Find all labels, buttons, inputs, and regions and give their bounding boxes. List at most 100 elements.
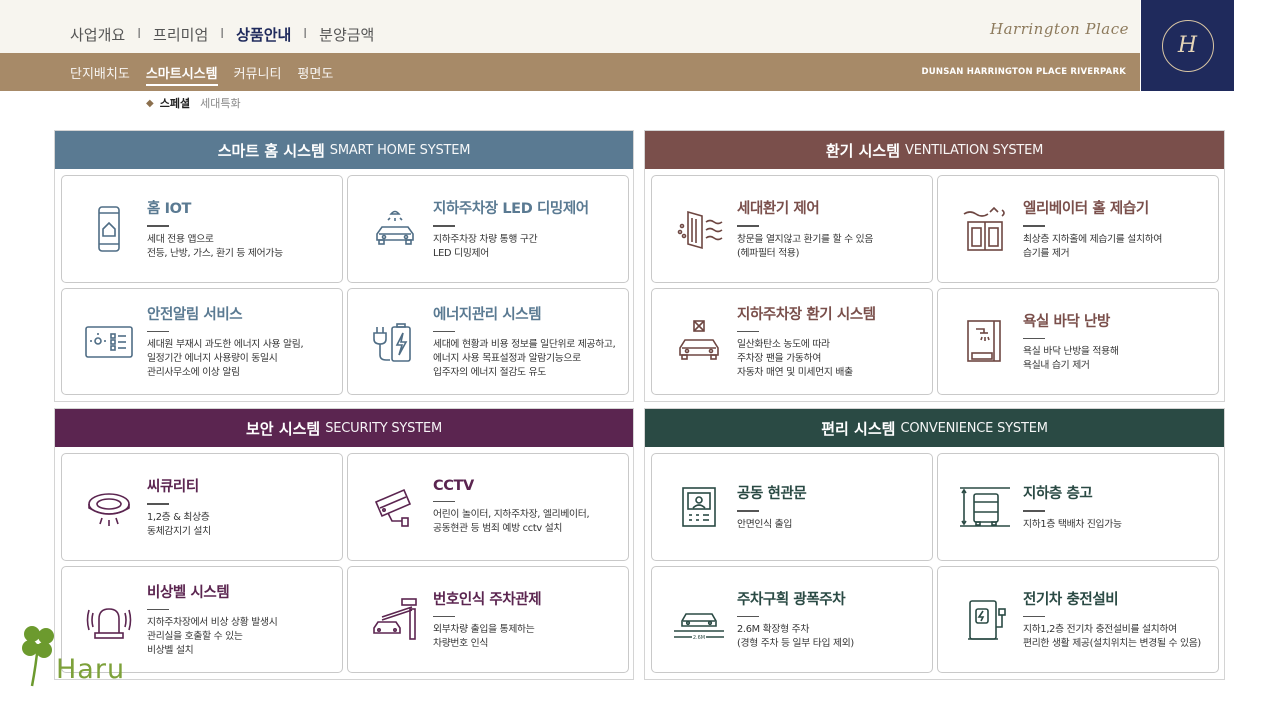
card-common-entrance[interactable]: 공동 현관문 안면인식 출입 — [651, 453, 933, 561]
car-lamp-icon — [360, 176, 430, 282]
panel-title-en: VENTILATION SYSTEM — [905, 142, 1044, 158]
face-door-icon — [664, 454, 734, 560]
card-desc: 일산화탄소 농도에 따라 주차장 팬을 가동하여 자동차 매연 및 미세먼지 배… — [737, 339, 853, 379]
breadcrumb-current[interactable]: 스페셜 — [160, 95, 190, 111]
motion-sensor-icon — [74, 454, 144, 560]
card-energy-management[interactable]: 에너지관리 시스템 세대에 현황과 비용 정보를 일단위로 제공하고, 에너지 … — [347, 288, 629, 395]
title-divider — [147, 608, 169, 611]
menu-separator: I — [220, 27, 225, 42]
title-divider — [1023, 615, 1045, 618]
card-desc: 지하1,2층 전기차 충전설비를 설치하여 편리한 생활 제공(설치위치는 변경… — [1023, 624, 1201, 650]
menu-item-overview[interactable]: 사업개요 — [70, 24, 125, 45]
card-home-iot[interactable]: 홈 IOT 세대 전용 앱으로 전등, 난방, 가스, 환기 등 제어가능 — [61, 175, 343, 283]
phone-home-icon — [74, 176, 144, 282]
title-divider — [737, 615, 759, 618]
card-wide-parking[interactable]: 2.6M 주차구획 광폭주차 2.6M 확장형 주차 (경형 주차 등 일부 타… — [651, 566, 933, 673]
card-title: 세대환기 제어 — [737, 201, 820, 218]
parking-gate-icon — [360, 567, 430, 672]
shower-icon — [950, 289, 1020, 394]
card-desc: 외부차량 출입을 통제하는 차량번호 인식 — [433, 624, 535, 650]
card-desc: 1,2층 & 최상층 동체감지기 설치 — [147, 511, 211, 537]
card-title: 지하층 층고 — [1023, 486, 1093, 503]
card-security[interactable]: 씨큐리티 1,2층 & 최상층 동체감지기 설치 — [61, 453, 343, 561]
card-desc: 지하1층 택배차 진입가능 — [1023, 518, 1122, 530]
panel-header: 보안 시스템 SECURITY SYSTEM — [55, 409, 633, 447]
cctv-icon — [360, 454, 430, 560]
card-home-ventilation[interactable]: 세대환기 제어 창문을 열지않고 환기를 할 수 있음 (헤파필터 적용) — [651, 175, 933, 283]
title-divider — [1023, 337, 1045, 340]
menu-item-premium[interactable]: 프리미엄 — [153, 24, 208, 45]
card-plate-recognition[interactable]: 번호인식 주차관제 외부차량 출입을 통제하는 차량번호 인식 — [347, 566, 629, 673]
panel-title-ko: 환기 시스템 — [825, 141, 901, 160]
card-desc: 욕실 바닥 난방을 적용해 욕실내 습기 제거 — [1023, 346, 1119, 372]
card-title: 홈 IOT — [147, 201, 192, 218]
card-desc: 창문을 열지않고 환기를 할 수 있음 (헤파필터 적용) — [737, 233, 874, 259]
card-safety-alert[interactable]: 안전알림 서비스 세대원 부재시 과도한 에너지 사용 알림, 일정기간 에너지… — [61, 288, 343, 395]
menu-item-product[interactable]: 상품안내 — [236, 24, 291, 45]
submenu-item-community[interactable]: 커뮤니티 — [234, 63, 282, 86]
card-title: 공동 현관문 — [737, 486, 807, 503]
truck-height-icon — [950, 454, 1020, 560]
brand-script-name: Harrington Place — [990, 20, 1130, 38]
card-title: 엘리베이터 홀 제습기 — [1023, 201, 1149, 218]
brand-logo[interactable]: H — [1141, 0, 1234, 91]
parking-fan-icon — [664, 289, 734, 394]
card-title: 번호인식 주차관제 — [433, 591, 542, 608]
menu-item-price[interactable]: 분양금액 — [319, 24, 374, 45]
title-divider — [1023, 510, 1045, 512]
card-desc: 최상층 지하홀에 제습기를 설치하여 습기를 제거 — [1023, 233, 1163, 259]
title-divider — [433, 225, 455, 227]
card-title: 비상벨 시스템 — [147, 584, 230, 601]
plug-battery-icon — [360, 289, 430, 394]
title-divider — [147, 503, 169, 505]
card-cctv[interactable]: CCTV 어린이 놀이터, 지하주차장, 엘리베이터, 공동현관 등 범죄 예방… — [347, 453, 629, 561]
title-divider — [1023, 225, 1045, 227]
menu-separator: I — [303, 27, 308, 42]
watermark: Haru — [14, 620, 144, 690]
panel-title-ko: 스마트 홈 시스템 — [217, 141, 325, 160]
breadcrumb-sub[interactable]: 세대특화 — [200, 95, 240, 111]
submenu-item-smart-system[interactable]: 스마트시스템 — [145, 63, 218, 86]
title-divider — [147, 225, 169, 227]
wide-parking-icon: 2.6M — [664, 567, 734, 672]
card-desc: 지하주차장에서 비상 상황 발생시 관리실을 호출할 수 있는 비상벨 설치 — [147, 617, 278, 657]
title-divider — [737, 510, 759, 512]
card-title: 지하주차장 LED 디밍제어 — [433, 201, 589, 218]
title-divider — [737, 330, 759, 333]
panel-title-ko: 편리 시스템 — [821, 419, 896, 438]
card-desc: 세대 전용 앱으로 전등, 난방, 가스, 환기 등 제어가능 — [147, 233, 283, 259]
diamond-icon: ◆ — [146, 97, 154, 109]
submenu-item-floor-plan[interactable]: 평면도 — [297, 63, 333, 86]
panel-header: 환기 시스템 VENTILATION SYSTEM — [645, 131, 1224, 169]
card-elevator-dehumidifier[interactable]: 엘리베이터 홀 제습기 최상층 지하홀에 제습기를 설치하여 습기를 제거 — [937, 175, 1219, 283]
card-led-dimming[interactable]: 지하주차장 LED 디밍제어 지하주차장 차량 통행 구간 LED 디밍제어 — [347, 175, 629, 283]
ev-charger-icon — [950, 567, 1020, 672]
title-divider — [147, 330, 169, 333]
card-parking-ventilation[interactable]: 지하주차장 환기 시스템 일산화탄소 농도에 따라 주차장 팬을 가동하여 자동… — [651, 288, 933, 395]
breadcrumb: ◆ 스페셜 세대특화 — [146, 95, 241, 111]
card-desc: 세대에 현황과 비용 정보를 일단위로 제공하고, 에너지 사용 목표설정과 알… — [433, 339, 616, 379]
smart-home-panel: 스마트 홈 시스템 SMART HOME SYSTEM 홈 IOT 세대 전용 … — [54, 130, 634, 402]
card-title: CCTV — [433, 477, 474, 494]
title-divider — [433, 615, 455, 618]
card-title: 욕실 바닥 난방 — [1023, 313, 1110, 330]
card-basement-height[interactable]: 지하층 층고 지하1층 택배차 진입가능 — [937, 453, 1219, 561]
submenu-item-site-plan[interactable]: 단지배치도 — [70, 63, 130, 86]
ventilation-panel: 환기 시스템 VENTILATION SYSTEM 세대환기 제어 창문을 열지… — [644, 130, 1225, 402]
title-divider — [433, 500, 455, 503]
app-root: 사업개요 I 프리미엄 I 상품안내 I 분양금액 Harrington Pla… — [0, 0, 1280, 720]
site-name: DUNSAN HARRINGTON PLACE RIVERPARK — [921, 67, 1126, 77]
panel-header: 스마트 홈 시스템 SMART HOME SYSTEM — [55, 131, 633, 169]
air-filter-icon — [664, 176, 734, 282]
panel-title-ko: 보안 시스템 — [246, 419, 321, 438]
card-title: 씨큐리티 — [147, 479, 199, 496]
wide-parking-badge: 2.6M — [693, 635, 705, 641]
card-ev-charging[interactable]: 전기차 충전설비 지하1,2층 전기차 충전설비를 설치하여 편리한 생활 제공… — [937, 566, 1219, 673]
card-bathroom-floor-heating[interactable]: 욕실 바닥 난방 욕실 바닥 난방을 적용해 욕실내 습기 제거 — [937, 288, 1219, 395]
elevator-icon — [950, 176, 1020, 282]
card-title: 전기차 충전설비 — [1023, 591, 1119, 608]
card-title: 지하주차장 환기 시스템 — [737, 306, 876, 323]
watermark-text: Haru — [56, 654, 126, 685]
title-divider — [737, 225, 759, 227]
panel-header: 편리 시스템 CONVENIENCE SYSTEM — [645, 409, 1224, 447]
